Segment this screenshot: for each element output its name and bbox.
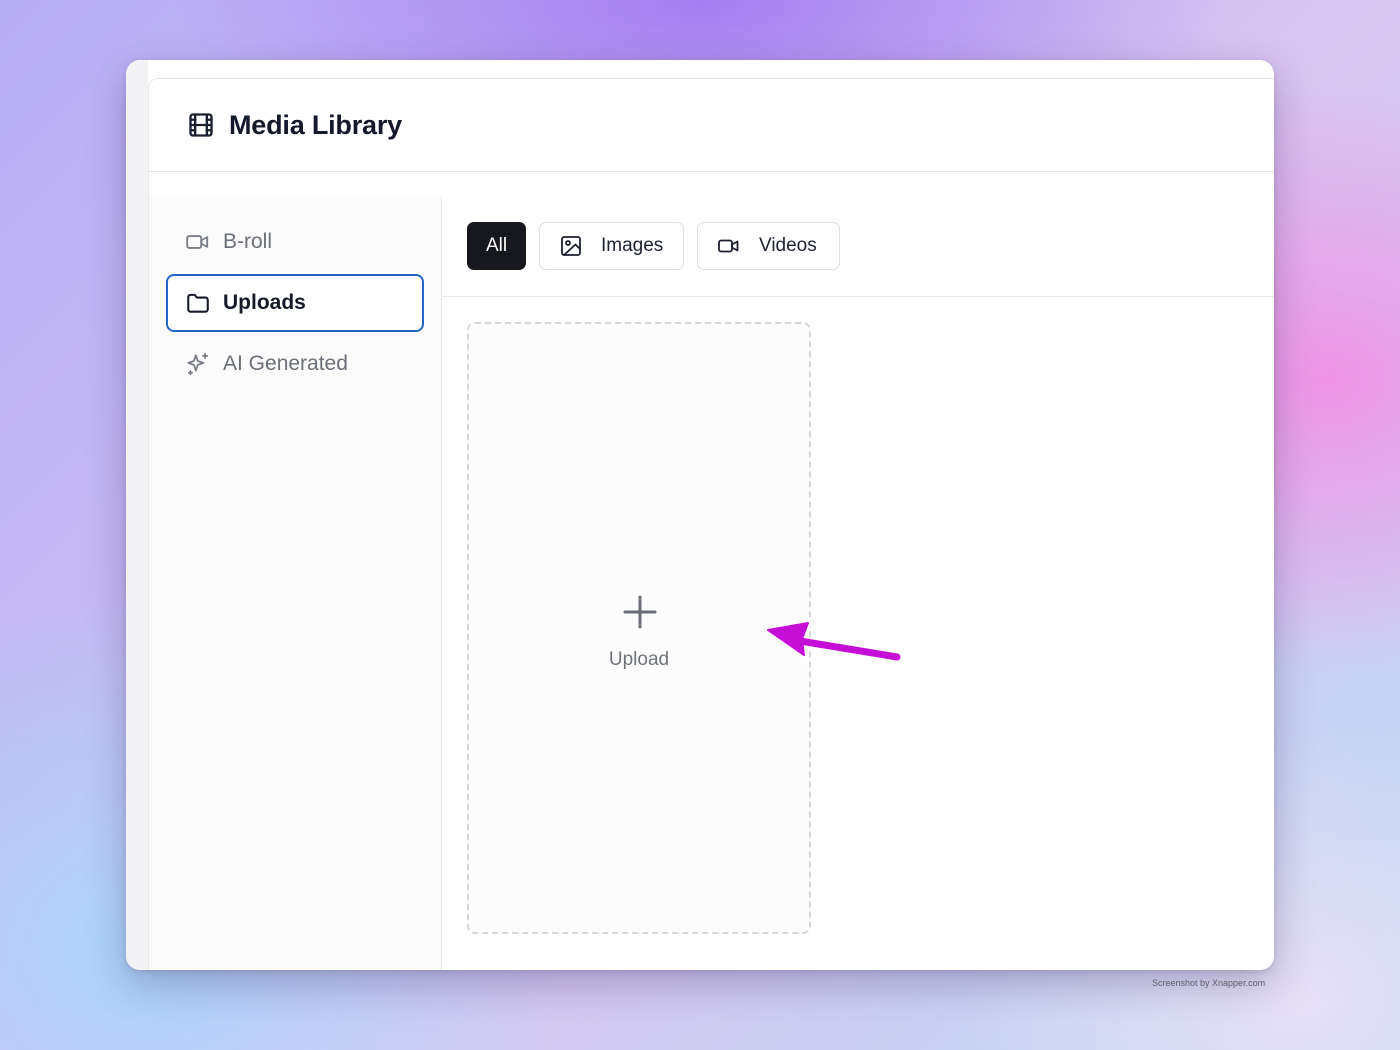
sidebar: B-roll Uploads AI Generated [149,197,442,970]
video-camera-icon [717,234,741,258]
sidebar-item-label: AI Generated [223,352,348,375]
film-icon [187,111,215,139]
filter-videos-button[interactable]: Videos [697,222,840,270]
image-icon [559,234,583,258]
sidebar-item-uploads[interactable]: Uploads [166,274,424,332]
window-left-strip [126,60,148,970]
filter-bar: All Images Videos [442,197,1274,297]
page-title: Media Library [229,109,402,140]
sidebar-item-ai-generated[interactable]: AI Generated [166,335,424,393]
plus-icon [622,594,658,630]
filter-all-label: All [485,235,508,256]
panel-header: Media Library [149,79,1274,172]
filter-all-button[interactable]: All [467,222,526,270]
video-camera-icon [185,229,211,255]
watermark-text: Screenshot by Xnapper.com [1152,978,1266,988]
media-library-window: Media Library B-roll Uploads AI Generate… [126,60,1274,970]
folder-icon [185,290,211,316]
sidebar-item-label: Uploads [223,291,306,314]
filter-images-button[interactable]: Images [539,222,684,270]
filter-videos-label: Videos [759,235,817,256]
sidebar-item-b-roll[interactable]: B-roll [166,213,424,271]
sidebar-item-label: B-roll [223,230,273,253]
upload-label: Upload [608,649,670,670]
media-library-panel: Media Library B-roll Uploads AI Generate… [148,78,1274,970]
sparkles-icon [185,351,211,377]
filter-images-label: Images [601,235,664,256]
arrow-annotation-icon [765,620,903,663]
